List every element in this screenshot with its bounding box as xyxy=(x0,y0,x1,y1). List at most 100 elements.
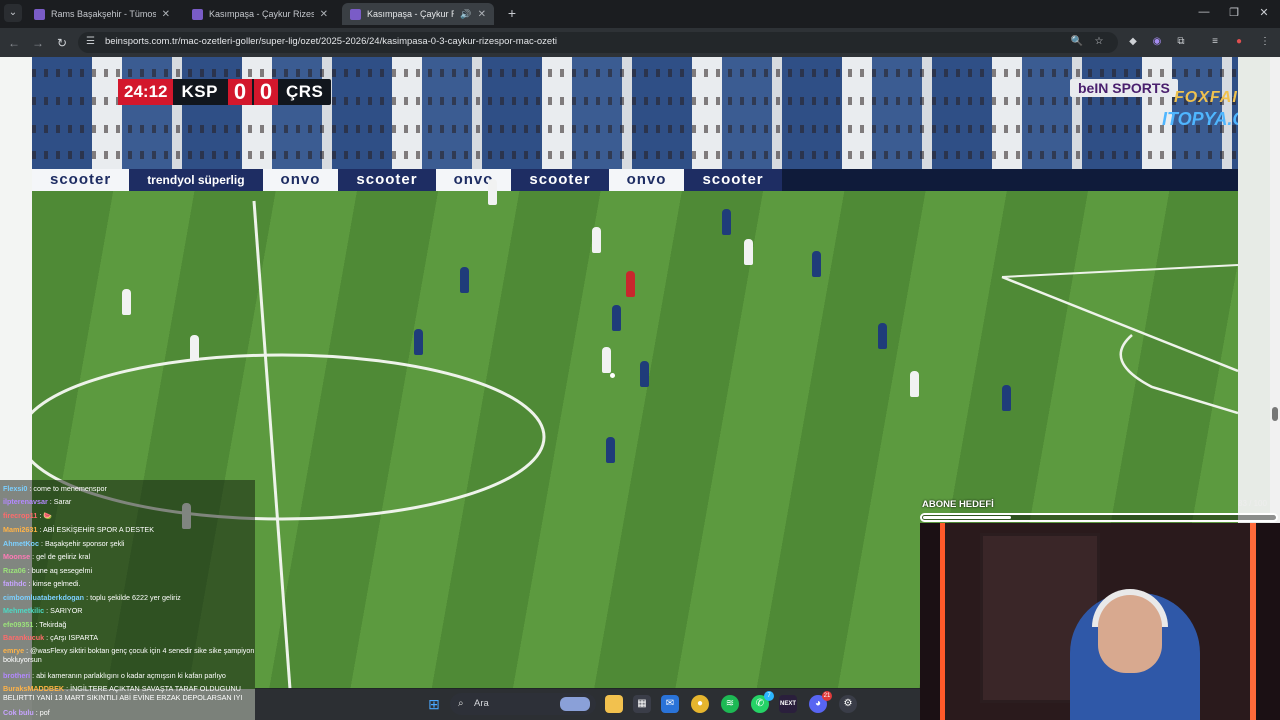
chat-username: ilpterenavsar xyxy=(3,497,48,506)
scrollbar-thumb[interactable] xyxy=(1272,407,1278,421)
crowd xyxy=(32,69,1238,77)
spotify-icon[interactable]: ≋ xyxy=(721,695,739,713)
chat-text: : Başakşehir sponsor şekli xyxy=(38,539,125,548)
profile-avatar[interactable]: ● xyxy=(1232,35,1246,49)
chat-message: Cok bulu : pof xyxy=(3,708,255,717)
close-icon[interactable]: ✕ xyxy=(162,9,170,20)
file-explorer-icon[interactable] xyxy=(605,695,623,713)
chat-message: Barankucuk : çArşı ISPARTA xyxy=(3,633,255,642)
away-team: ÇRS xyxy=(285,82,324,101)
chat-message: emrye : @wasFlexy siktiri boktan genç ço… xyxy=(3,646,255,664)
windows-taskbar: ⊞ ⌕ Ara ▦ ✉ ● ≋ ✆ 7 NEXT ◕ 21 ⚙ xyxy=(255,688,920,720)
player-home xyxy=(460,267,469,293)
subscriber-goal-bar xyxy=(920,513,1278,522)
chat-message: Flexsi0 : come to menemenspor xyxy=(3,484,255,493)
tab-1[interactable]: Rams Başakşehir - Tümosan Konyaspor ✕ xyxy=(26,3,178,25)
tab-title: Kasımpaşa - Çaykur Rizespor xyxy=(367,9,455,19)
player-away xyxy=(744,239,753,265)
bein-favicon-icon xyxy=(350,8,361,20)
player-home xyxy=(640,361,649,387)
tab-3-active[interactable]: Kasımpaşa - Çaykur Rizespor 🔊 ✕ xyxy=(342,3,494,25)
chat-text: : gel de geliriz kral xyxy=(30,552,91,561)
extensions-puzzle-icon[interactable]: ⧉ xyxy=(1174,35,1188,49)
chat-username: brotheri xyxy=(3,671,31,680)
address-bar[interactable]: ☰ beinsports.com.tr/mac-ozetleri-goller/… xyxy=(78,32,1118,53)
mail-icon[interactable]: ✉ xyxy=(661,695,679,713)
whatsapp-icon[interactable]: ✆ 7 xyxy=(751,691,774,713)
player-home xyxy=(612,305,621,331)
steam-icon[interactable]: ⚙ xyxy=(839,695,857,713)
tab-title: Kasımpaşa - Çaykur Rizespor | Üst xyxy=(209,9,314,19)
chat-message: cimbomluataberkdogan : toplu şekilde 622… xyxy=(3,593,255,602)
extension-icon[interactable]: ◉ xyxy=(1150,35,1164,49)
next-icon[interactable]: NEXT xyxy=(779,695,797,713)
zoom-icon[interactable]: 🔍 xyxy=(1070,35,1084,49)
ad-board: scooter xyxy=(32,169,130,191)
referee xyxy=(626,271,635,297)
chat-username: BuraksMADDBEK xyxy=(3,684,65,693)
halfway-line xyxy=(252,200,292,689)
ad-board: trendyol süperlig xyxy=(129,169,263,191)
player-away xyxy=(910,371,919,397)
taskbar-search-text: Ara xyxy=(474,698,489,709)
chat-message: AhmetKoc : Başakşehir sponsor şekli xyxy=(3,539,255,548)
close-icon[interactable]: ✕ xyxy=(478,9,486,20)
chat-username: Flexsi0 xyxy=(3,484,28,493)
bein-favicon-icon xyxy=(192,8,203,20)
stream-chat: Flexsi0 : come to menemenspor ilpterenav… xyxy=(0,480,255,720)
player-away xyxy=(190,335,199,361)
menu-kebab-icon[interactable]: ⋮ xyxy=(1258,35,1272,49)
extension-diamond-icon[interactable]: ◆ xyxy=(1126,35,1140,49)
store-icon[interactable]: ▦ xyxy=(633,695,651,713)
chat-username: Barankucuk xyxy=(3,633,45,642)
site-info-icon[interactable]: ☰ xyxy=(86,36,98,48)
chat-username: AhmetKoc xyxy=(3,539,39,548)
player-away xyxy=(592,227,601,253)
chat-text: : pof xyxy=(33,708,50,717)
taskbar-search[interactable]: ⌕ Ara xyxy=(450,693,596,715)
speaker-icon[interactable]: 🔊 xyxy=(460,9,471,20)
start-icon[interactable]: ⊞ xyxy=(425,695,443,713)
url-text[interactable]: beinsports.com.tr/mac-ozetleri-goller/su… xyxy=(105,36,557,47)
restore-icon[interactable]: ❐ xyxy=(1226,6,1242,19)
new-tab-button[interactable]: + xyxy=(504,5,520,21)
chat-text: : abi kameranın parlaklıgını o kadar açm… xyxy=(30,671,226,680)
chat-text: : 🍉 xyxy=(37,511,53,520)
notification-badge: 21 xyxy=(822,691,832,701)
minimize-icon[interactable]: — xyxy=(1196,6,1212,18)
bein-favicon-icon xyxy=(34,8,45,20)
chat-message: fatihdc : kimse gelmedi. xyxy=(3,579,255,588)
page-viewport: scooter trendyol süperlig onvo scooter o… xyxy=(0,57,1280,720)
tab-title: Rams Başakşehir - Tümosan Konyaspor xyxy=(51,9,156,19)
tab-strip: ⌄ Rams Başakşehir - Tümosan Konyaspor ✕ … xyxy=(0,0,1280,28)
close-icon[interactable]: ✕ xyxy=(320,9,328,20)
player-away xyxy=(602,347,611,373)
chat-text: : @wasFlexy siktiri boktan genç çocuk iç… xyxy=(3,646,255,664)
chat-message: ilpterenavsar : Sarar xyxy=(3,497,255,506)
chat-username: fatihdc xyxy=(3,579,27,588)
chat-text: : toplu şekilde 6222 yer geliriz xyxy=(84,593,181,602)
chat-message: Mami2631 : ABİ ESKİŞEHİR SPOR A DESTEK xyxy=(3,525,255,534)
away-score: 0 xyxy=(253,79,278,105)
discord-icon[interactable]: ◕ 21 xyxy=(809,691,832,713)
player-away xyxy=(488,179,497,205)
match-clock: 24:12 xyxy=(118,79,174,105)
ad-boards: scooter trendyol süperlig onvo scooter o… xyxy=(32,169,1238,191)
chat-text: : ABİ ESKİŞEHİR SPOR A DESTEK xyxy=(37,525,155,534)
football xyxy=(610,373,615,378)
chat-text: : kimse gelmedi. xyxy=(26,579,81,588)
bookmark-star-icon[interactable]: ☆ xyxy=(1092,35,1106,49)
player-away xyxy=(122,289,131,315)
chrome-icon[interactable]: ● xyxy=(691,695,709,713)
search-icon: ⌕ xyxy=(458,698,464,709)
tab-search-button[interactable]: ⌄ xyxy=(4,4,22,22)
chat-username: Rıza06 xyxy=(3,566,26,575)
media-control-icon[interactable]: ≡ xyxy=(1208,35,1222,49)
window-close-icon[interactable]: ✕ xyxy=(1256,6,1272,19)
back-icon[interactable]: ← xyxy=(6,35,22,51)
reload-icon[interactable]: ↻ xyxy=(54,35,70,51)
tab-2[interactable]: Kasımpaşa - Çaykur Rizespor | Üst ✕ xyxy=(184,3,336,25)
ad-board: scooter xyxy=(338,169,436,191)
forward-icon[interactable]: → xyxy=(30,35,46,51)
player-home xyxy=(812,251,821,277)
